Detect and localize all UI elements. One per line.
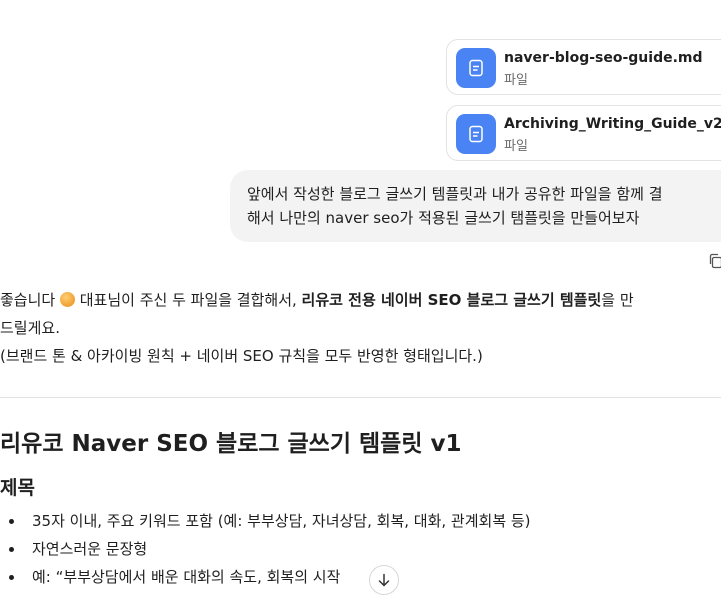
copy-icon[interactable] [708,253,721,269]
list-item: 자연스러운 문장형 [0,535,531,563]
bullet-list: 35자 이내, 주요 키워드 포함 (예: 부부상담, 자녀상담, 회복, 대화… [0,507,531,591]
template-heading: 리유코 Naver SEO 블로그 글쓰기 템플릿 v1 [0,431,462,457]
reply-paragraph: 드릴게요. [0,319,60,337]
divider [0,397,721,398]
reply-paragraph: (브랜드 톤 & 아카이빙 원칙 + 네이버 SEO 규칙을 모두 반영한 형태… [0,347,483,365]
reply-paragraph: 좋습니다 대표님이 주신 두 파일을 결합해서, 리유코 전용 네이버 SEO … [0,286,634,314]
attachment-name: Archiving_Writing_Guide_v2.md [504,116,721,132]
reply-text: 좋습니다 [0,291,60,309]
attachment-type: 파일 [504,139,528,154]
arrow-down-icon [378,573,390,587]
scroll-down-button[interactable] [369,565,399,595]
coin-emoji-icon [59,292,75,307]
reply-text: 대표님이 주신 두 파일을 결합해서, [74,291,302,309]
assistant-reply: 좋습니다 대표님이 주신 두 파일을 결합해서, 리유코 전용 네이버 SEO … [0,286,634,370]
document-icon [456,114,496,154]
attachment-card[interactable]: naver-blog-seo-guide.md 파일 [446,39,721,95]
attachment-name: naver-blog-seo-guide.md [504,50,703,66]
user-message-line: 앞에서 작성한 블로그 글쓰기 템플릿과 내가 공유한 파일을 함께 결 [247,185,663,203]
user-message-bubble: 앞에서 작성한 블로그 글쓰기 템플릿과 내가 공유한 파일을 함께 결 해서 … [230,170,721,242]
reply-text: 을 만 [601,291,634,309]
list-item: 35자 이내, 주요 키워드 포함 (예: 부부상담, 자녀상담, 회복, 대화… [0,507,531,535]
reply-bold-text: 리유코 전용 네이버 SEO 블로그 글쓰기 템플릿 [301,291,602,309]
user-message-line: 해서 나만의 naver seo가 적용된 글쓰기 탬플릿을 만들어보자 [247,209,640,227]
attachment-card[interactable]: Archiving_Writing_Guide_v2.md 파일 [446,105,721,161]
attachment-type: 파일 [504,73,528,88]
list-item: 예: “부부상담에서 배운 대화의 속도, 회복의 시작 [0,563,531,591]
section-heading: 제목 [0,477,35,499]
document-icon [456,48,496,88]
